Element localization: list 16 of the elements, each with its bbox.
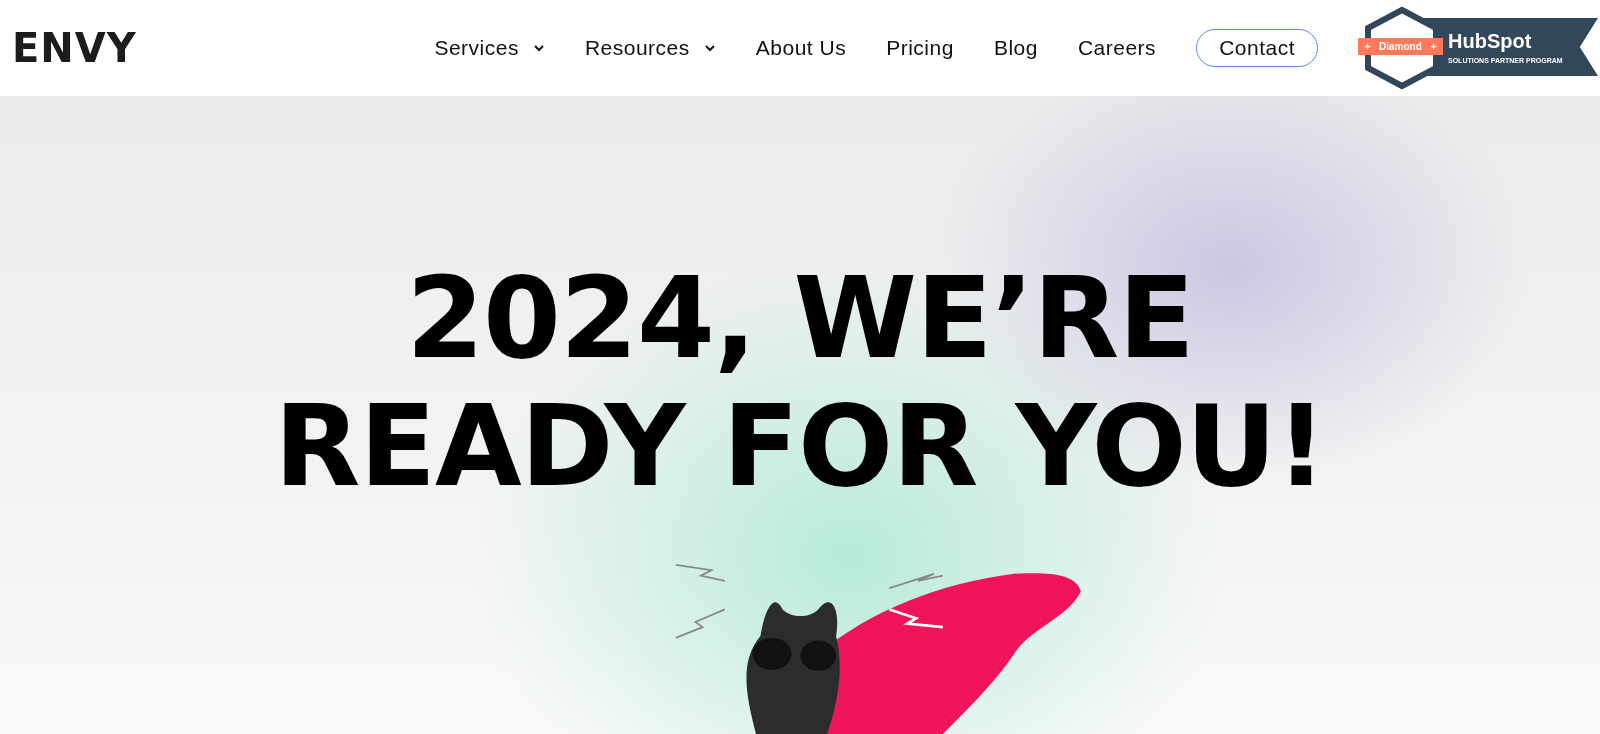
envy-logo[interactable]: ENVY	[12, 25, 137, 71]
chevron-down-icon	[703, 44, 716, 52]
nav-link[interactable]: Careers	[1077, 36, 1157, 60]
brand-wordmark: HubSpot	[1448, 30, 1533, 53]
nav-link[interactable]: Services	[434, 36, 545, 60]
nav-link[interactable]: About Us	[755, 36, 847, 60]
nav-link[interactable]: Pricing	[886, 36, 954, 60]
nav-link[interactable]: Blog	[993, 36, 1038, 60]
contact-button[interactable]: Contact	[1196, 29, 1318, 67]
nav-link[interactable]: Resources	[584, 36, 716, 60]
hero-headline: 2024, WE’RE	[406, 254, 1194, 382]
sparkle-icon	[1429, 43, 1437, 50]
hero-headline: READY FOR YOU!	[274, 382, 1326, 510]
tier-label: Diamond	[1358, 38, 1443, 55]
sparkle-icon	[1364, 43, 1371, 50]
chevron-down-icon	[532, 44, 545, 52]
